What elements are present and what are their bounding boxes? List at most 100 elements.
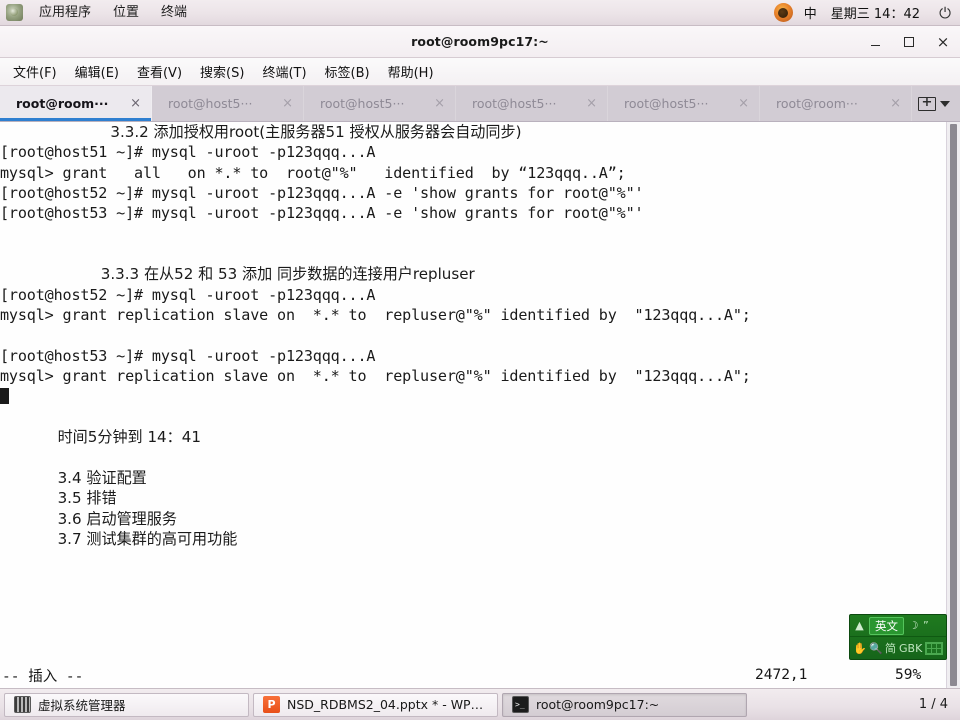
taskbar-item-terminal[interactable]: root@room9pc17:~ [502,692,747,717]
terminal-line-15: 时间5分钟到 14：41 [0,428,201,447]
taskbar-item-wps[interactable]: NSD_RDBMS2_04.pptx * - WPS ... [253,692,498,717]
vim-mode-indicator: -- 插入 -- [2,668,84,685]
terminal-icon [512,696,529,713]
tab-close-icon[interactable]: × [738,97,751,110]
distro-logo-icon [6,4,23,21]
terminal-menubar: 文件(F) 编辑(E) 查看(V) 搜索(S) 终端(T) 标签(B) 帮助(H… [0,58,960,86]
minimize-icon[interactable] [866,33,884,51]
tab-close-icon[interactable]: × [586,97,599,110]
vim-scroll-percent: 59% [895,667,922,683]
terminal-line-2: mysql> grant all on *.* to root@"%" iden… [0,163,626,182]
tray-clock[interactable]: 星期三 14：42 [831,3,920,22]
terminal-cursor [0,388,9,405]
taskbar-item-virt-manager[interactable]: 虚拟系统管理器 [4,692,249,717]
tabbar-actions [912,86,960,121]
terminal-line-9: mysql> grant replication slave on *.* to… [0,306,751,325]
terminal-line-17: 3.4 验证配置 [0,468,147,487]
workspace-indicator: 1 / 4 [918,697,948,712]
terminal-line-12: mysql> grant replication slave on *.* to… [0,367,751,386]
tab-label: root@host5··· [320,96,405,111]
terminal-line-11: [root@host53 ~]# mysql -uroot -p123qqq..… [0,346,376,365]
window-title: root@room9pc17:~ [411,34,549,49]
terminal-body[interactable]: 3.3.2 添加授权用root(主服务器51 授权从服务器会自动同步) [root… [0,122,960,688]
terminal-tab-2[interactable]: root@host5··· × [304,86,456,121]
terminal-tab-3[interactable]: root@host5··· × [456,86,608,121]
vim-status-line: -- 插入 -- 2472,1 59% [0,662,946,688]
menu-tabs[interactable]: 标签(B) [316,59,379,84]
tab-label: root@room··· [776,96,858,111]
terminal-line-8: [root@host52 ~]# mysql -uroot -p123qqq..… [0,285,376,304]
terminal-tab-0[interactable]: root@room··· × [0,86,152,121]
tab-label: root@host5··· [168,96,253,111]
terminal-line-10 [0,325,946,345]
ime-encoding-label[interactable]: GBK [899,642,922,655]
terminal-tab-5[interactable]: root@room··· × [760,86,912,121]
search-icon[interactable]: 🔍 [869,642,883,655]
desktop-top-panel: 应用程序 位置 终端 中 星期三 14：42 ⏻ [0,0,960,26]
tab-close-icon[interactable]: × [434,97,447,110]
terminal-line-13 [0,386,946,406]
menu-places[interactable]: 位置 [102,2,150,24]
window-controls: × [866,26,952,58]
tab-close-icon[interactable]: × [130,97,143,110]
menu-search[interactable]: 搜索(S) [191,59,253,84]
desktop-menu-group: 应用程序 位置 终端 [0,2,198,24]
ime-up-icon[interactable]: ▲ [853,619,866,632]
new-tab-icon[interactable] [918,94,936,112]
terminal-line-7: 3.3.3 在从52 和 53 添加 同步数据的连接用户repluser [0,265,475,284]
ime-status-panel[interactable]: ▲ 英文 ☽ ” ✋ 🔍 简 GBK [849,614,947,660]
moon-icon[interactable]: ☽ [907,619,920,632]
terminal-tabbar: root@room··· × root@host5··· × root@host… [0,86,960,122]
terminal-line-18: 3.5 排错 [0,489,117,508]
ime-row-mode: ▲ 英文 ☽ ” [850,615,946,638]
ime-soft-keyboard-icon[interactable] [925,641,943,655]
tab-label: root@room··· [16,96,109,111]
terminal-line-6 [0,244,946,264]
terminal-line-1: [root@host51 ~]# mysql -uroot -p123qqq..… [0,143,376,162]
menu-edit[interactable]: 编辑(E) [66,59,128,84]
tray-ime-indicator[interactable]: 中 [804,3,817,22]
ime-row-options: ✋ 🔍 简 GBK [850,637,946,659]
taskbar-item-label: 虚拟系统管理器 [38,698,126,713]
tab-close-icon[interactable]: × [282,97,295,110]
terminal-line-5 [0,224,946,244]
vim-cursor-position: 2472,1 [755,667,808,683]
terminal-tab-4[interactable]: root@host5··· × [608,86,760,121]
menu-terminal[interactable]: 终端(T) [253,59,315,84]
hand-icon[interactable]: ✋ [853,642,867,655]
menu-file[interactable]: 文件(F) [4,59,66,84]
terminal-text-area[interactable]: 3.3.2 添加授权用root(主服务器51 授权从服务器会自动同步) [root… [0,122,946,688]
tab-label: root@host5··· [472,96,557,111]
ime-script-label[interactable]: 简 [885,640,896,656]
terminal-line-19: 3.6 启动管理服务 [0,509,177,528]
quote-icon[interactable]: ” [923,619,929,632]
menu-view[interactable]: 查看(V) [128,59,191,84]
wps-presentation-icon [263,696,280,713]
desktop-taskbar: 虚拟系统管理器 NSD_RDBMS2_04.pptx * - WPS ... r… [0,688,960,720]
close-icon[interactable]: × [934,33,952,51]
chevron-down-icon[interactable] [940,100,950,107]
terminal-line-14 [0,407,946,427]
terminal-scrollbar[interactable] [946,122,960,688]
virtual-machine-manager-icon [14,696,31,713]
terminal-titlebar[interactable]: root@room9pc17:~ × [0,26,960,58]
terminal-line-3: [root@host52 ~]# mysql -uroot -p123qqq..… [0,184,644,203]
menu-applications[interactable]: 应用程序 [28,2,102,24]
taskbar-item-label: root@room9pc17:~ [536,697,660,712]
power-icon[interactable]: ⏻ [936,4,954,22]
terminal-line-16 [0,448,946,468]
terminal-line-4: [root@host53 ~]# mysql -uroot -p123qqq..… [0,204,644,223]
ime-mode-label[interactable]: 英文 [869,616,904,635]
menu-terminal[interactable]: 终端 [150,2,198,24]
maximize-icon[interactable] [900,33,918,51]
firefox-icon[interactable] [773,3,793,22]
terminal-tab-1[interactable]: root@host5··· × [152,86,304,121]
menu-help[interactable]: 帮助(H) [379,59,443,84]
system-tray: 中 星期三 14：42 ⏻ [773,3,960,22]
terminal-window: root@room9pc17:~ × 文件(F) 编辑(E) 查看(V) 搜索(… [0,26,960,688]
tab-close-icon[interactable]: × [890,97,903,110]
terminal-line-20: 3.7 测试集群的高可用功能 [0,529,238,548]
scrollbar-thumb[interactable] [950,124,957,686]
terminal-line-0: 3.3.2 添加授权用root(主服务器51 授权从服务器会自动同步) [0,123,522,141]
tab-label: root@host5··· [624,96,709,111]
